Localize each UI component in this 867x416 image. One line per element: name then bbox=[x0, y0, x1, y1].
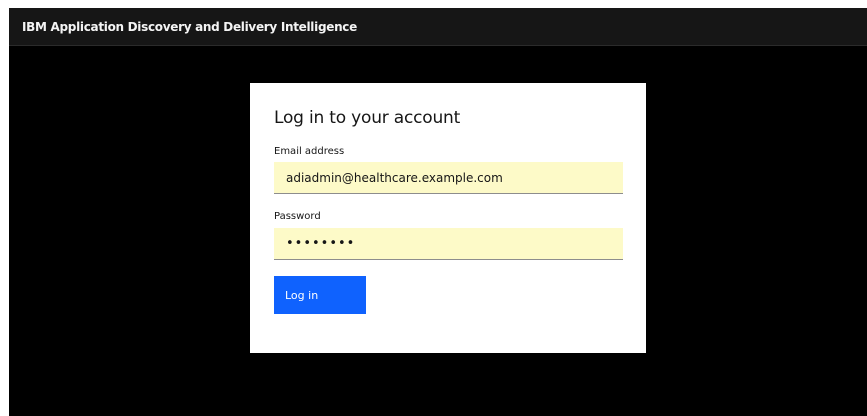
app-title: IBM Application Discovery and Delivery I… bbox=[22, 20, 357, 34]
password-field[interactable] bbox=[274, 228, 623, 260]
login-button[interactable]: Log in bbox=[274, 276, 366, 314]
app-header: IBM Application Discovery and Delivery I… bbox=[9, 8, 867, 46]
login-heading: Log in to your account bbox=[274, 108, 461, 128]
login-card: Log in to your account Email address Pas… bbox=[250, 83, 646, 353]
email-label: Email address bbox=[274, 146, 345, 157]
app-window: IBM Application Discovery and Delivery I… bbox=[9, 8, 867, 416]
password-label: Password bbox=[274, 211, 321, 222]
email-field[interactable] bbox=[274, 162, 623, 194]
